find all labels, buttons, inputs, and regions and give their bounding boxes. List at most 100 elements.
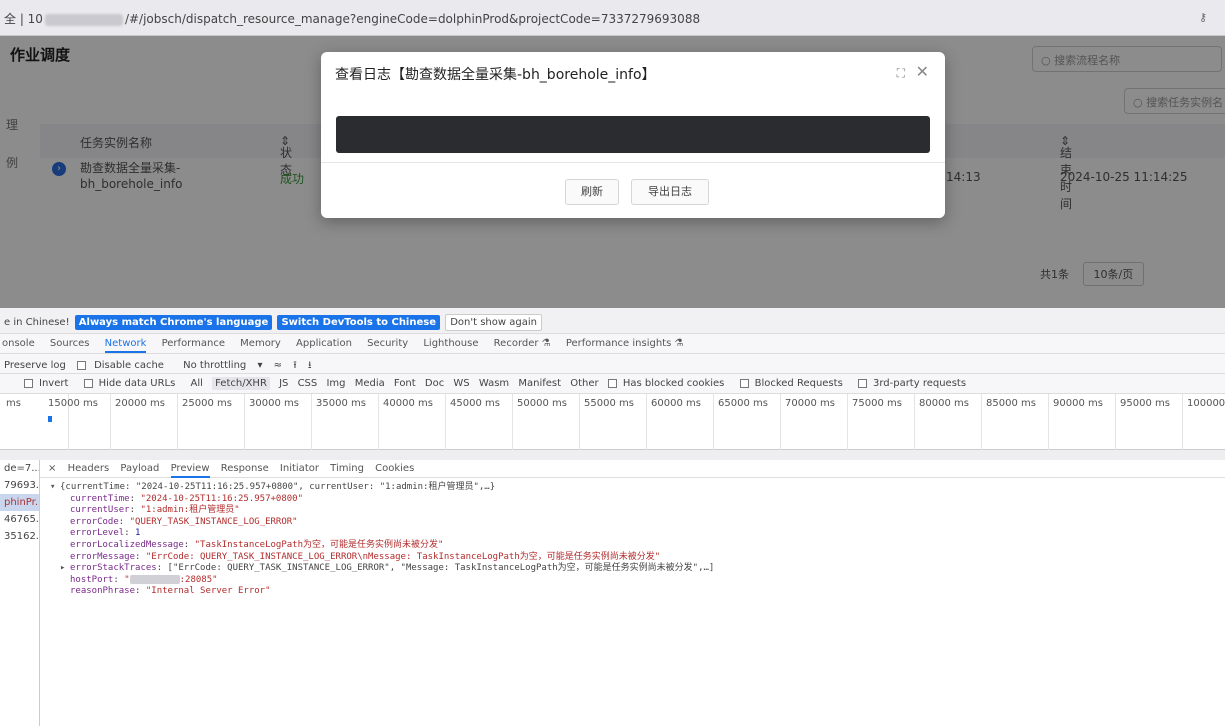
view-log-modal: 查看日志【勘查数据全量采集-bh_borehole_info】 ⛶ ✕ 刷新 导… — [321, 52, 945, 218]
tab-performance-insights[interactable]: Performance insights ⚗ — [566, 338, 684, 349]
redacted-ip — [44, 13, 123, 26]
timeline-tick: 65000 ms — [718, 398, 768, 409]
tab-network[interactable]: Network — [104, 338, 147, 353]
filter-all[interactable]: All — [191, 378, 203, 389]
network-timeline[interactable]: ms 15000 ms 20000 ms 25000 ms 30000 ms 35000 … — [0, 394, 1225, 450]
redacted-host — [129, 574, 180, 584]
tab-lighthouse[interactable]: Lighthouse — [423, 338, 478, 349]
wifi-icon[interactable]: ≈ — [274, 360, 282, 371]
export-log-button[interactable]: 导出日志 — [631, 179, 709, 205]
language-infobar: e in Chinese! Always match Chrome's lang… — [0, 308, 1225, 334]
json-preview[interactable]: ▾ {currentTime: "2024-10-25T11:16:25.957+… — [40, 478, 1225, 598]
url-text[interactable]: 全 | 10/#/jobsch/dispatch_resource_manage… — [4, 10, 700, 27]
close-detail-icon[interactable]: × — [48, 463, 56, 474]
timeline-tick: 75000 ms — [852, 398, 902, 409]
upload-icon[interactable]: ⭱ — [293, 360, 297, 371]
filter-wasm[interactable]: Wasm — [479, 378, 509, 389]
timeline-tick: 80000 ms — [919, 398, 969, 409]
tab-headers[interactable]: Headers — [68, 463, 110, 474]
tab-performance[interactable]: Performance — [162, 338, 225, 349]
json-line: currentUser: "1:admin:租户管理员" — [70, 505, 240, 516]
timeline-tick: 30000 ms — [249, 398, 299, 409]
log-content[interactable] — [336, 116, 930, 153]
request-list[interactable]: de=7...79693...phinPr...46765...35162... — [0, 460, 40, 726]
timeline-tick: 25000 ms — [182, 398, 232, 409]
tab-timing[interactable]: Timing — [330, 463, 364, 474]
tab-preview[interactable]: Preview — [170, 463, 210, 478]
hide-data-urls-checkbox[interactable]: Hide data URLs — [83, 378, 182, 389]
request-item[interactable]: phinPr... — [0, 494, 39, 511]
dont-show-button[interactable]: Don't show again — [445, 314, 542, 331]
expand-icon[interactable]: ▸ — [60, 563, 70, 575]
timeline-tick: 60000 ms — [651, 398, 701, 409]
request-item[interactable]: de=7... — [0, 460, 39, 477]
filter-ws[interactable]: WS — [453, 378, 469, 389]
filter-img[interactable]: Img — [326, 378, 345, 389]
fullscreen-icon[interactable]: ⛶ — [897, 66, 905, 81]
detail-tabs: × Headers Payload Preview Response Initi… — [40, 460, 1225, 478]
close-icon[interactable]: ✕ — [916, 62, 929, 81]
request-item[interactable]: 46765... — [0, 511, 39, 528]
tab-security[interactable]: Security — [367, 338, 408, 349]
timeline-tick: 100000 — [1187, 398, 1225, 409]
throttling-select[interactable]: No throttling ▾ — [183, 360, 262, 371]
modal-title: 查看日志【勘查数据全量采集-bh_borehole_info】 — [335, 67, 656, 83]
request-detail: × Headers Payload Preview Response Initi… — [40, 460, 1225, 726]
disable-cache-checkbox[interactable]: Disable cache — [77, 360, 172, 371]
tab-payload[interactable]: Payload — [120, 463, 159, 474]
json-line: hostPort: ":28085" — [70, 574, 218, 585]
filter-bar: Invert Hide data URLs All Fetch/XHR JS C… — [0, 374, 1225, 394]
invert-checkbox[interactable]: Invert — [24, 378, 74, 389]
request-item[interactable]: 79693... — [0, 477, 39, 494]
json-line: errorLocalizedMessage: "TaskInstanceLogP… — [70, 539, 444, 550]
json-line: errorLevel: 1 — [70, 528, 141, 539]
divider — [321, 162, 945, 163]
address-bar[interactable]: 全 | 10/#/jobsch/dispatch_resource_manage… — [0, 0, 1225, 36]
json-line: reasonPhrase: "Internal Server Error" — [70, 586, 271, 597]
timeline-tick: 20000 ms — [115, 398, 165, 409]
timeline-tick: 85000 ms — [986, 398, 1036, 409]
blocked-requests-checkbox[interactable]: Blocked Requests — [739, 378, 849, 389]
json-line[interactable]: ▸ errorStackTraces: ["ErrCode: QUERY_TASK… — [60, 563, 1225, 575]
filter-fetch-xhr[interactable]: Fetch/XHR — [212, 377, 270, 390]
download-icon[interactable]: ⭳ — [308, 360, 312, 371]
timeline-tick: 35000 ms — [316, 398, 366, 409]
filter-media[interactable]: Media — [355, 378, 385, 389]
json-line: errorCode: "QUERY_TASK_INSTANCE_LOG_ERRO… — [70, 516, 298, 527]
timeline-tick: 15000 ms — [48, 398, 98, 409]
timeline-tick: ms — [6, 398, 21, 409]
json-line: errorMessage: "ErrCode: QUERY_TASK_INSTA… — [70, 551, 661, 562]
timeline-tick: 55000 ms — [584, 398, 634, 409]
tab-sources[interactable]: Sources — [50, 338, 90, 349]
network-toolbar: Preserve log Disable cache No throttling… — [0, 354, 1225, 374]
match-language-button[interactable]: Always match Chrome's language — [74, 315, 273, 330]
switch-language-button[interactable]: Switch DevTools to Chinese — [277, 315, 440, 330]
request-bar — [48, 416, 52, 422]
filter-other[interactable]: Other — [570, 378, 598, 389]
tab-console[interactable]: onsole — [2, 338, 35, 349]
collapse-icon[interactable]: ▾ — [50, 482, 60, 494]
timeline-tick: 50000 ms — [517, 398, 567, 409]
tab-application[interactable]: Application — [296, 338, 352, 349]
tab-recorder[interactable]: Recorder ⚗ — [494, 338, 551, 349]
devtools-tabs: onsole Sources Network Performance Memor… — [0, 334, 1225, 354]
request-item[interactable]: 35162... — [0, 528, 39, 545]
blocked-cookies-checkbox[interactable]: Has blocked cookies — [607, 378, 731, 389]
preserve-log-toggle[interactable]: Preserve log — [4, 360, 66, 371]
json-summary[interactable]: ▾ {currentTime: "2024-10-25T11:16:25.957+… — [50, 482, 1225, 494]
filter-css[interactable]: CSS — [298, 378, 318, 389]
timeline-tick: 95000 ms — [1120, 398, 1170, 409]
json-line: currentTime: "2024-10-25T11:16:25.957+08… — [70, 493, 304, 504]
filter-doc[interactable]: Doc — [425, 378, 444, 389]
filter-font[interactable]: Font — [394, 378, 416, 389]
key-icon[interactable]: ⚷ — [1199, 11, 1207, 24]
filter-manifest[interactable]: Manifest — [518, 378, 561, 389]
refresh-button[interactable]: 刷新 — [565, 179, 619, 205]
tab-memory[interactable]: Memory — [240, 338, 281, 349]
tab-response[interactable]: Response — [221, 463, 269, 474]
filter-js[interactable]: JS — [279, 378, 288, 389]
tab-initiator[interactable]: Initiator — [280, 463, 319, 474]
tab-cookies[interactable]: Cookies — [375, 463, 414, 474]
timeline-tick: 70000 ms — [785, 398, 835, 409]
third-party-checkbox[interactable]: 3rd-party requests — [857, 378, 972, 389]
